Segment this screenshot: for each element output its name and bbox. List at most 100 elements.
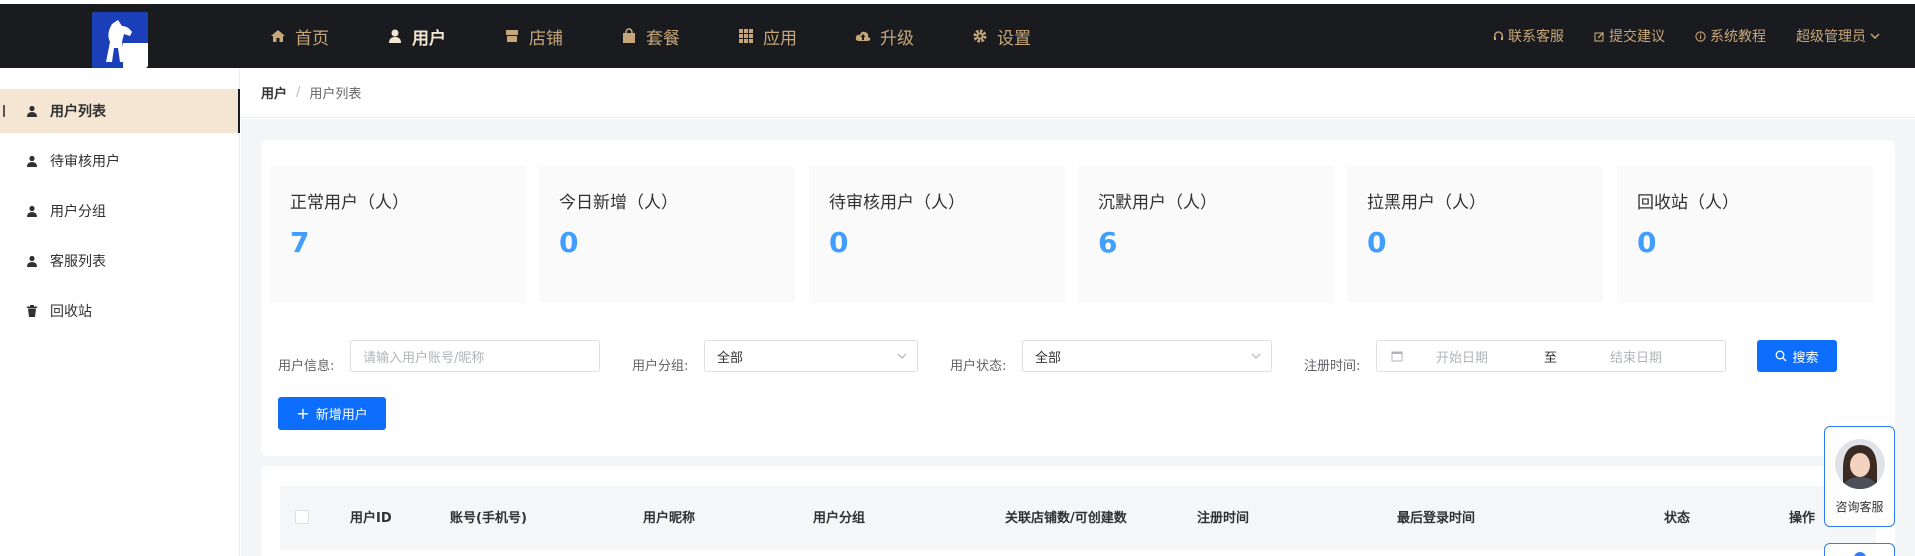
sidebar-item-service-list[interactable]: 客服列表 (0, 239, 240, 283)
breadcrumb-separator: / (296, 85, 301, 100)
th-actions: 操作 (1789, 511, 1816, 526)
breadcrumb-current: 用户列表 (309, 87, 362, 102)
nav-label: 应用 (763, 28, 797, 49)
stat-value: 6 (1098, 226, 1118, 259)
th-account: 账号(手机号) (450, 511, 527, 526)
add-user-button[interactable]: + 新增用户 (278, 397, 386, 430)
gear-icon (972, 28, 988, 44)
info-icon (1695, 30, 1706, 42)
nav-label: 首页 (295, 28, 329, 49)
float-secondary-button[interactable] (1824, 543, 1895, 556)
stat-value: 0 (559, 226, 579, 259)
user-group-label: 用户分组: (632, 359, 689, 374)
stat-value: 7 (290, 226, 310, 259)
avatar (1835, 439, 1885, 489)
user-info-placeholder: 请输入用户账号/昵称 (363, 350, 485, 366)
th-group: 用户分组 (813, 511, 866, 526)
stat-value: 0 (1637, 226, 1657, 259)
search-button[interactable]: 搜索 (1757, 340, 1837, 372)
stat-card-blacklisted-users: 拉黑用户（人） 0 (1347, 166, 1603, 303)
sidebar-item-user-groups[interactable]: 用户分组 (0, 189, 240, 233)
stat-card-recycle-bin: 回收站（人） 0 (1617, 166, 1873, 303)
headset-icon (1493, 30, 1504, 42)
stat-value: 0 (829, 226, 849, 259)
register-date-range[interactable]: 开始日期 至 结束日期 (1376, 340, 1726, 372)
user-group-select[interactable]: 全部 (704, 340, 918, 372)
home-icon (270, 28, 286, 44)
edit-icon (1594, 31, 1605, 42)
user-icon (26, 105, 38, 117)
end-date-placeholder: 结束日期 (1610, 350, 1663, 366)
add-user-button-label: 新增用户 (315, 408, 368, 423)
nav-label: 店铺 (529, 28, 563, 49)
stat-value: 0 (1367, 226, 1387, 259)
logo[interactable] (92, 12, 148, 68)
admin-dropdown[interactable]: 超级管理员 (1796, 26, 1881, 46)
nav-apps[interactable]: 应用 (738, 4, 797, 68)
th-register-time: 注册时间 (1197, 511, 1250, 526)
select-all-checkbox[interactable] (295, 510, 309, 524)
user-group-value: 全部 (717, 350, 744, 366)
float-cs-label: 咨询客服 (1835, 500, 1884, 514)
sidebar-item-user-list[interactable]: 用户列表 (0, 89, 240, 133)
user-status-label: 用户状态: (950, 359, 1007, 374)
system-tutorial-label: 系统教程 (1710, 29, 1766, 45)
nav-user[interactable]: 用户 (387, 4, 446, 68)
user-icon (26, 255, 38, 267)
start-date-placeholder: 开始日期 (1436, 350, 1489, 366)
main-nav: 首页 用户 店铺 套餐 应用 升级 设置 (270, 4, 1089, 68)
admin-label: 超级管理员 (1796, 29, 1866, 45)
user-status-select[interactable]: 全部 (1022, 340, 1272, 372)
sidebar-item-label: 回收站 (50, 304, 92, 320)
stat-card-silent-users: 沉默用户（人） 6 (1078, 166, 1334, 303)
sidebar-item-label: 待审核用户 (50, 154, 120, 170)
plus-icon: + (296, 404, 310, 423)
apps-grid-icon (738, 28, 754, 44)
nav-settings[interactable]: 设置 (972, 4, 1031, 68)
nav-upgrade[interactable]: 升级 (855, 4, 914, 68)
nav-label: 设置 (997, 28, 1031, 49)
th-shop-count: 关联店铺数/可创建数 (1005, 511, 1127, 526)
chevron-down-icon (1251, 353, 1261, 359)
sidebar-item-recycle-bin[interactable]: 回收站 (0, 289, 240, 333)
submit-suggestion-link[interactable]: 提交建议 (1594, 26, 1665, 46)
th-nickname: 用户昵称 (643, 511, 696, 526)
register-time-label: 注册时间: (1304, 359, 1361, 374)
date-range-separator: 至 (1544, 350, 1558, 366)
sidebar-item-label: 用户分组 (50, 204, 106, 220)
nav-shop[interactable]: 店铺 (504, 4, 563, 68)
nav-label: 套餐 (646, 28, 680, 49)
shop-icon (504, 28, 520, 44)
nav-package[interactable]: 套餐 (621, 4, 680, 68)
top-right-menu: 联系客服 提交建议 系统教程 超级管理员 (1463, 4, 1881, 68)
contact-service-label: 联系客服 (1508, 29, 1564, 45)
user-icon (26, 155, 38, 167)
stat-card-pending-users: 待审核用户（人） 0 (809, 166, 1065, 303)
breadcrumb: 用户 / 用户列表 (241, 68, 1915, 118)
trash-icon (26, 305, 38, 317)
stat-card-new-today: 今日新增（人） 0 (539, 166, 795, 303)
stat-label: 沉默用户（人） (1098, 193, 1217, 213)
stat-label: 正常用户（人） (290, 193, 409, 213)
breadcrumb-root[interactable]: 用户 (261, 83, 287, 102)
horse-icon (106, 20, 132, 62)
system-tutorial-link[interactable]: 系统教程 (1695, 26, 1766, 46)
cloud-upload-icon (855, 28, 871, 44)
sidebar-item-pending-users[interactable]: 待审核用户 (0, 139, 240, 183)
stat-label: 待审核用户（人） (829, 193, 965, 213)
chevron-down-icon (897, 353, 907, 359)
stat-label: 今日新增（人） (559, 193, 678, 213)
sidebar-item-label: 用户列表 (50, 104, 106, 120)
user-info-input[interactable]: 请输入用户账号/昵称 (350, 340, 600, 372)
chevron-down-icon (1869, 30, 1881, 42)
nav-home[interactable]: 首页 (270, 4, 329, 68)
user-icon (26, 205, 38, 217)
user-icon (387, 28, 403, 44)
package-icon (621, 28, 637, 44)
float-customer-service[interactable]: 咨询客服 (1824, 426, 1895, 527)
th-last-login: 最后登录时间 (1397, 511, 1476, 526)
contact-service-link[interactable]: 联系客服 (1493, 26, 1564, 46)
stat-label: 回收站（人） (1637, 193, 1739, 213)
th-status: 状态 (1664, 511, 1691, 526)
calendar-icon (1391, 351, 1403, 362)
